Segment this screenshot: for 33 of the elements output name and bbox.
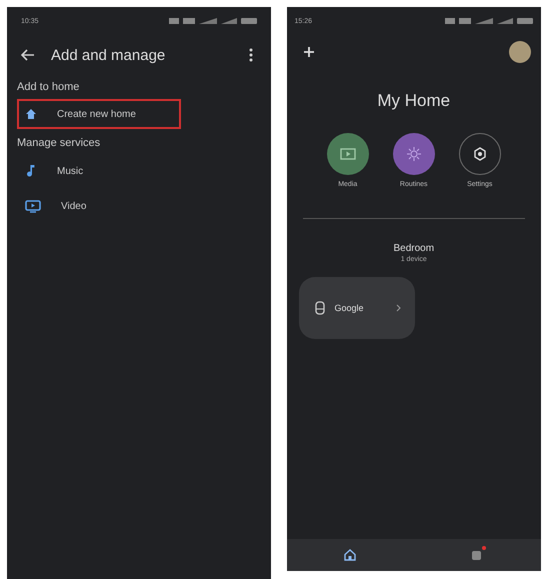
home-icon [25,108,37,120]
settings-icon [472,147,487,161]
signal-icon [198,18,217,24]
room-name: Bedroom [392,243,436,254]
menu-item[interactable]: Music [17,155,181,187]
signal-icon [497,18,513,24]
section-heading: Manage services [17,136,102,151]
battery-icon [240,18,257,24]
add-icon[interactable] [302,46,315,58]
chevron-right-icon [396,304,401,312]
screen-title: Add and manage [51,46,166,64]
avatar[interactable] [509,41,531,63]
signal-icon [475,18,493,24]
video-screen-icon [25,200,41,213]
section-heading: Add to home [17,80,80,95]
more-menu-icon[interactable] [248,48,253,62]
shortcut-button[interactable] [326,133,369,175]
notification-dot [482,546,486,550]
signal-icon [220,18,237,24]
menu-item[interactable]: Video [17,191,181,222]
sun-icon [406,146,422,162]
shortcut-button[interactable] [458,133,501,175]
menu-item[interactable]: Create new home [17,99,181,129]
media-icon [340,148,356,160]
home-icon [344,549,356,561]
battery-icon [517,18,533,24]
device-card[interactable]: Google [298,277,415,339]
music-note-icon [25,164,37,178]
speaker-icon [314,301,325,315]
device-name: Google [334,303,365,313]
home-name: My Home [376,91,452,111]
back-arrow-icon[interactable] [21,49,35,61]
shortcut-button[interactable] [392,133,435,175]
